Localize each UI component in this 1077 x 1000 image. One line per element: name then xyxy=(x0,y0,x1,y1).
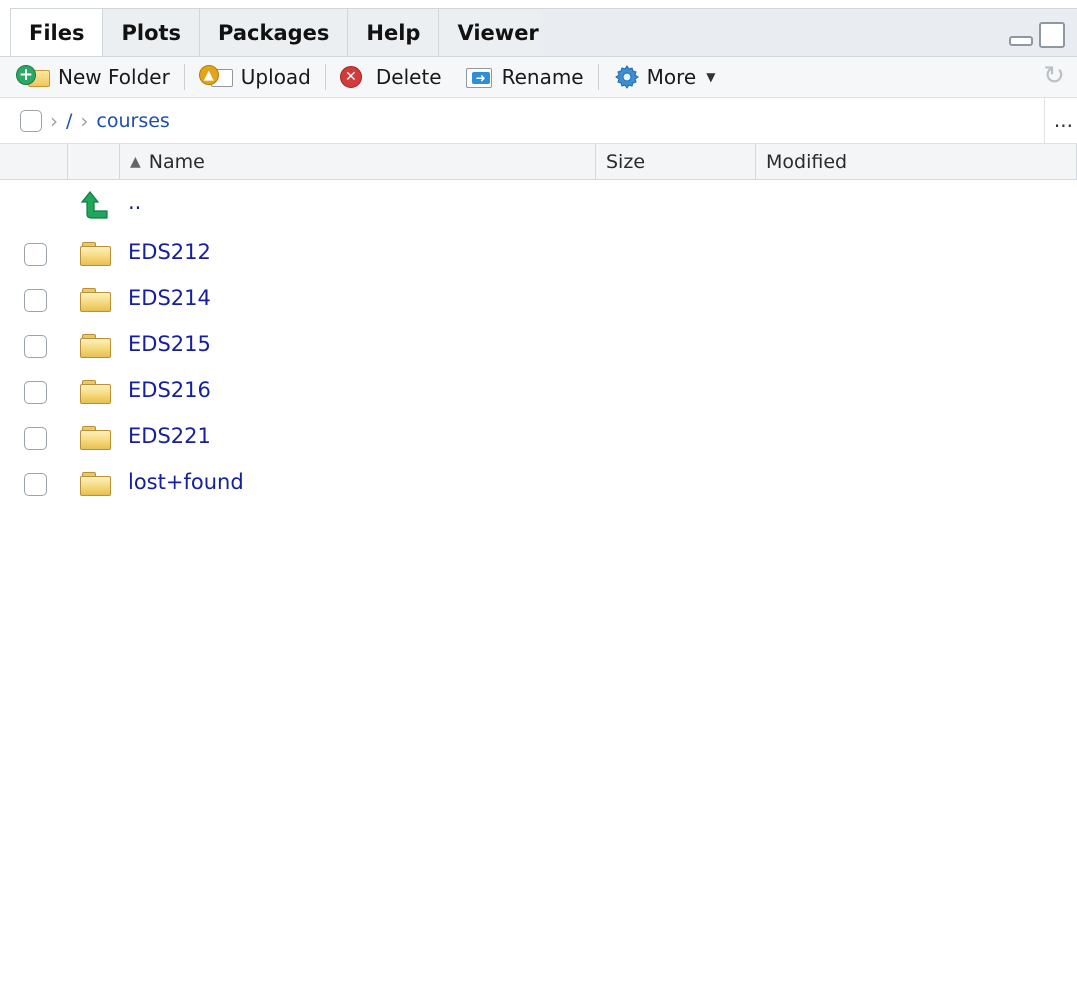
file-name-link[interactable]: lost+found xyxy=(128,470,244,494)
delete-label: Delete xyxy=(375,65,442,89)
folder-icon xyxy=(80,426,111,450)
row-checkbox[interactable] xyxy=(24,381,47,404)
file-table-header: ▲ Name Size Modified xyxy=(0,144,1077,180)
new-folder-button[interactable]: + New Folder xyxy=(12,60,174,94)
header-icon-column xyxy=(68,144,120,180)
file-list: .. EDS212 EDS214 EDS215 EDS216 EDS221 lo… xyxy=(0,186,1077,508)
upload-button[interactable]: ▲ Upload xyxy=(195,60,315,94)
refresh-icon[interactable]: ↻ xyxy=(1039,61,1069,91)
breadcrumb-current-link[interactable]: courses xyxy=(96,110,169,132)
breadcrumb-divider xyxy=(1044,98,1045,144)
sort-ascending-icon: ▲ xyxy=(130,154,141,170)
delete-icon: ✕ xyxy=(339,66,362,88)
tab-plots[interactable]: Plots xyxy=(102,8,201,56)
parent-directory-row[interactable]: .. xyxy=(0,186,1077,232)
folder-icon xyxy=(80,288,111,312)
toolbar-separator xyxy=(324,64,326,90)
list-item: EDS212 xyxy=(0,232,1077,278)
upload-label: Upload xyxy=(240,65,311,89)
breadcrumb-root-link[interactable]: / xyxy=(66,110,72,132)
file-name-link[interactable]: EDS212 xyxy=(128,240,211,264)
list-item: EDS216 xyxy=(0,370,1077,416)
chevron-right-icon: › xyxy=(80,108,89,133)
column-header-modified[interactable]: Modified xyxy=(756,144,1077,180)
folder-icon xyxy=(80,380,111,404)
rename-button[interactable]: ➜ Rename xyxy=(460,60,588,94)
tab-list: Files Plots Packages Help Viewer xyxy=(10,8,558,56)
parent-directory-link[interactable]: .. xyxy=(128,190,141,214)
rename-label: Rename xyxy=(501,65,584,89)
header-checkbox-column xyxy=(0,144,68,180)
rename-icon: ➜ xyxy=(464,64,496,90)
tab-packages[interactable]: Packages xyxy=(199,8,349,56)
files-pane: Files Plots Packages Help Viewer + New F… xyxy=(0,0,1077,1000)
file-name-link[interactable]: EDS216 xyxy=(128,378,211,402)
delete-button[interactable]: ✕ Delete xyxy=(336,60,446,94)
file-name-link[interactable]: EDS221 xyxy=(128,424,211,448)
go-to-directory-button[interactable]: ... xyxy=(1054,108,1073,132)
breadcrumb: › / › courses ... xyxy=(0,98,1077,144)
tab-strip: Files Plots Packages Help Viewer xyxy=(0,0,1077,56)
chevron-down-icon: ▼ xyxy=(706,70,716,84)
tab-files[interactable]: Files xyxy=(10,8,104,56)
tab-strip-fill xyxy=(540,8,1077,56)
column-header-name[interactable]: ▲ Name xyxy=(120,144,596,180)
new-folder-label: New Folder xyxy=(58,65,170,89)
folder-icon xyxy=(80,472,111,496)
pane-window-controls xyxy=(1009,22,1065,48)
chevron-right-icon: › xyxy=(50,108,58,133)
row-checkbox[interactable] xyxy=(24,427,47,450)
list-item: EDS214 xyxy=(0,278,1077,324)
list-item: EDS215 xyxy=(0,324,1077,370)
row-checkbox[interactable] xyxy=(24,243,47,266)
row-checkbox[interactable] xyxy=(24,335,47,358)
upload-icon: ▲ xyxy=(198,64,235,90)
tab-help[interactable]: Help xyxy=(347,8,440,56)
row-checkbox[interactable] xyxy=(24,289,47,312)
minimize-pane-button[interactable] xyxy=(1009,36,1033,46)
list-item: EDS221 xyxy=(0,416,1077,462)
list-item: lost+found xyxy=(0,462,1077,508)
toolbar-separator xyxy=(597,64,599,90)
files-toolbar: + New Folder ▲ Upload ✕ Delete ➜ Rename xyxy=(0,56,1077,98)
row-checkbox[interactable] xyxy=(24,473,47,496)
select-all-checkbox[interactable] xyxy=(20,109,42,132)
more-label: More xyxy=(646,65,697,89)
file-name-link[interactable]: EDS215 xyxy=(128,332,211,356)
folder-icon xyxy=(80,242,111,266)
new-folder-icon: + xyxy=(16,64,52,90)
column-modified-label: Modified xyxy=(766,151,848,173)
folder-icon xyxy=(80,334,111,358)
column-name-label: Name xyxy=(148,151,205,173)
more-menu-button[interactable]: More ▼ xyxy=(609,60,720,94)
column-header-size[interactable]: Size xyxy=(596,144,756,180)
up-arrow-icon xyxy=(80,191,108,219)
column-size-label: Size xyxy=(606,151,646,173)
maximize-pane-button[interactable] xyxy=(1039,22,1065,48)
gear-icon xyxy=(614,65,639,89)
file-name-link[interactable]: EDS214 xyxy=(128,286,211,310)
toolbar-separator xyxy=(183,64,185,90)
